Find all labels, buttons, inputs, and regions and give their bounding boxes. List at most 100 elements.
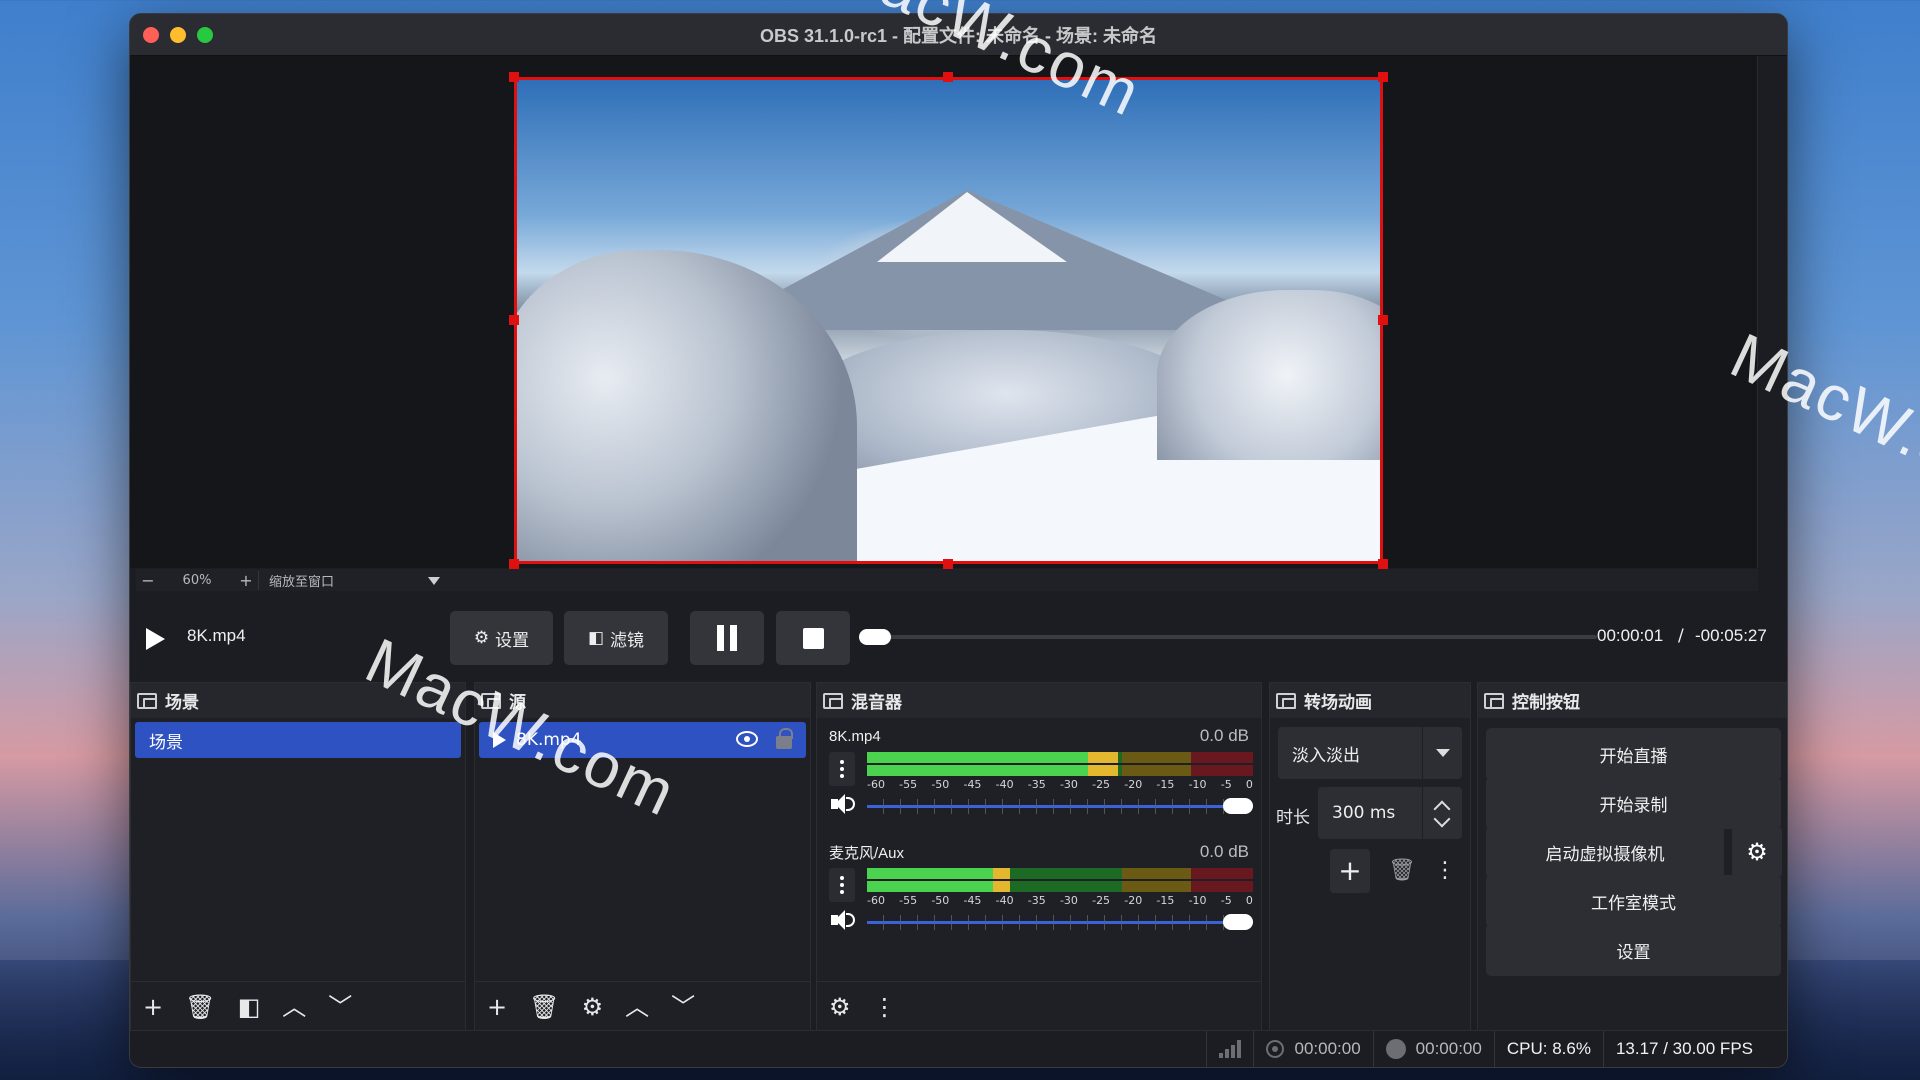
preview-canvas[interactable] <box>514 77 1383 564</box>
more-options-icon[interactable]: ⋮ <box>1434 860 1456 882</box>
window-title: OBS 31.1.0-rc1 - 配置文件: 未命名 - 场景: 未命名 <box>759 25 1158 46</box>
volume-handle[interactable] <box>1223 798 1253 814</box>
settings-button[interactable]: 设置 <box>1486 924 1781 976</box>
resize-handle[interactable] <box>509 72 519 82</box>
chevron-up-icon[interactable]: ︿ <box>282 995 306 1019</box>
zoom-mode-select[interactable]: 缩放至窗口 <box>258 570 448 590</box>
stream-time: 00:00:00 <box>1294 1039 1361 1058</box>
resize-handle[interactable] <box>1378 559 1388 569</box>
speaker-icon[interactable] <box>831 910 855 930</box>
fps-counter: 13.17 / 30.00 FPS <box>1602 1030 1787 1067</box>
duration-input[interactable]: 300 ms <box>1318 787 1462 839</box>
channel-name: 8K.mp4 <box>829 728 881 745</box>
sources-dock-header: 源 <box>475 683 810 718</box>
maximize-button[interactable] <box>197 27 213 43</box>
add-icon[interactable]: + <box>487 995 507 1019</box>
add-transition-button[interactable]: + <box>1330 849 1370 893</box>
duration-stepper[interactable] <box>1422 787 1462 839</box>
preview-area[interactable] <box>130 56 1759 569</box>
trash-icon[interactable]: 🗑 <box>529 995 559 1019</box>
stop-button[interactable] <box>776 611 850 665</box>
volume-meter <box>867 868 1253 892</box>
dropdown-toggle[interactable] <box>1422 727 1462 779</box>
cpu-usage: CPU: 8.6% <box>1493 1030 1603 1067</box>
start-streaming-button[interactable]: 开始直播 <box>1486 728 1781 780</box>
speaker-icon[interactable] <box>831 794 855 814</box>
scale-tick: -35 <box>1027 778 1046 791</box>
filters-label: 滤镜 <box>610 630 645 651</box>
source-filters-button[interactable]: ◧ 滤镜 <box>564 611 668 665</box>
transition-select[interactable]: 淡入淡出 <box>1278 727 1462 779</box>
gear-icon: ⚙ <box>473 627 490 648</box>
dock-undock-icon[interactable] <box>823 692 843 709</box>
scene-list-item[interactable]: 场景 <box>135 722 461 758</box>
dock-undock-icon[interactable] <box>137 692 157 709</box>
more-options-icon[interactable] <box>829 752 855 786</box>
controls-dock: 控制按钮 开始直播 开始录制 启动虚拟摄像机 ⚙ 工作室模式 设置 <box>1477 682 1787 1032</box>
channel-name: 麦克风/Aux <box>829 845 905 862</box>
gear-icon[interactable]: ⚙ <box>582 995 604 1019</box>
scene-item-label: 场景 <box>149 732 183 753</box>
signal-icon <box>1219 1040 1242 1058</box>
scale-tick: -45 <box>963 778 982 791</box>
eye-icon[interactable] <box>736 731 758 747</box>
transitions-dock: 转场动画 淡入淡出 时长 300 ms + 🗑 ⋮ <box>1269 682 1471 1032</box>
sources-dock: 源 8K.mp4 + 🗑 ⚙ ︿ ﹀ <box>474 682 811 1032</box>
volume-handle[interactable] <box>1223 914 1253 930</box>
gear-icon: ⚙ <box>1746 838 1768 866</box>
dock-undock-icon[interactable] <box>1484 692 1504 709</box>
duration-label: 时长 <box>1276 808 1310 828</box>
stop-icon <box>802 627 824 649</box>
resize-handle[interactable] <box>1378 72 1388 82</box>
scale-tick: -20 <box>1124 778 1143 791</box>
chevron-down-icon[interactable]: ﹀ <box>328 995 352 1019</box>
source-list-item[interactable]: 8K.mp4 <box>479 722 806 758</box>
virtual-camera-settings-button[interactable]: ⚙ <box>1732 826 1782 878</box>
status-bar: 00:00:00 00:00:00 CPU: 8.6% 13.17 / 30.0… <box>130 1030 1787 1067</box>
window-controls <box>143 27 213 43</box>
studio-mode-button[interactable]: 工作室模式 <box>1486 875 1781 927</box>
dock-undock-icon[interactable] <box>481 692 501 709</box>
start-virtual-camera-button[interactable]: 启动虚拟摄像机 <box>1486 826 1724 878</box>
pause-button[interactable] <box>690 611 764 665</box>
scale-tick: -25 <box>1092 894 1111 907</box>
trash-icon[interactable]: 🗑 <box>1388 860 1416 882</box>
start-recording-button[interactable]: 开始录制 <box>1486 777 1781 829</box>
more-options-icon[interactable] <box>829 868 855 902</box>
filter-icon[interactable]: ◧ <box>238 995 261 1019</box>
resize-handle[interactable] <box>509 315 519 325</box>
sources-title: 源 <box>509 693 526 713</box>
scale-tick: -40 <box>995 894 1014 907</box>
close-button[interactable] <box>143 27 159 43</box>
minimize-button[interactable] <box>170 27 186 43</box>
zoom-in-button[interactable]: + <box>234 571 258 590</box>
resize-handle[interactable] <box>943 72 953 82</box>
duration-value: 300 ms <box>1332 803 1396 823</box>
chevron-down-icon[interactable] <box>1433 810 1451 828</box>
dock-undock-icon[interactable] <box>1276 692 1296 709</box>
resize-handle[interactable] <box>1378 315 1388 325</box>
advanced-audio-gear-icon[interactable]: ⚙ <box>829 995 851 1019</box>
seek-bar[interactable] <box>862 635 1597 639</box>
zoom-out-button[interactable]: − <box>136 571 160 590</box>
chevron-up-icon[interactable]: ︿ <box>625 995 649 1019</box>
play-icon[interactable] <box>146 628 165 650</box>
resize-handle[interactable] <box>943 559 953 569</box>
more-options-icon[interactable]: ⋮ <box>873 995 897 1019</box>
scale-tick: -30 <box>1059 894 1078 907</box>
add-icon[interactable]: + <box>143 995 163 1019</box>
preview-scrollbar[interactable] <box>1757 56 1787 568</box>
resize-handle[interactable] <box>509 559 519 569</box>
scenes-toolbar: + 🗑 ◧ ︿ ﹀ <box>131 981 465 1031</box>
chevron-down-icon[interactable]: ﹀ <box>671 995 695 1019</box>
scale-tick: 0 <box>1245 894 1253 907</box>
channel-db: 0.0 dB <box>1199 842 1249 861</box>
seek-handle[interactable] <box>859 629 891 645</box>
scale-tick: -40 <box>995 778 1014 791</box>
scale-tick: -10 <box>1188 778 1207 791</box>
lock-icon[interactable] <box>776 728 793 749</box>
source-settings-button[interactable]: ⚙ 设置 <box>450 611 553 665</box>
scale-tick: -10 <box>1188 894 1207 907</box>
scale-tick: -15 <box>1156 894 1175 907</box>
trash-icon[interactable]: 🗑 <box>185 995 215 1019</box>
